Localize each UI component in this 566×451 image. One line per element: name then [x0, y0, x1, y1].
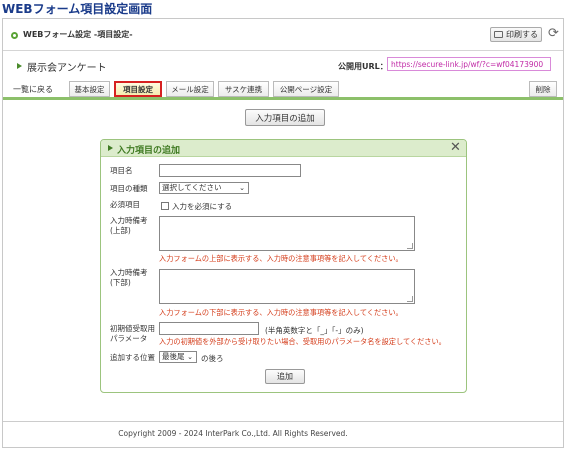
triangle-right-icon: [108, 145, 113, 151]
print-button[interactable]: 印刷する: [490, 27, 542, 42]
note-bottom-label: 入力時備考: [110, 268, 148, 277]
tab-basic-settings[interactable]: 基本設定: [69, 81, 110, 97]
close-icon[interactable]: ✕: [450, 140, 461, 156]
survey-row: 展示会アンケート 公開用URL： https://secure-link.jp/…: [3, 55, 563, 77]
app-frame: WEBフォーム設定 -項目設定- 印刷する ⟳ 展示会アンケート 公開用URL：…: [2, 18, 564, 448]
tab-underline: [3, 97, 563, 100]
position-select-value: 最後尾: [162, 352, 185, 361]
tab-mail-settings[interactable]: メール設定: [166, 81, 214, 97]
resize-grip-icon: [407, 296, 413, 302]
chevron-down-icon: ⌄: [239, 184, 245, 192]
public-url-label: 公開用URL：: [338, 62, 388, 71]
item-type-select-value: 選択してください: [162, 183, 222, 192]
required-checkbox[interactable]: [161, 202, 169, 210]
tab-public-page-settings[interactable]: 公開ページ設定: [273, 81, 339, 97]
survey-name: 展示会アンケート: [27, 63, 107, 74]
add-item-panel: 入力項目の追加 ✕ 項目名 項目の種類 選択してください ⌄ 必須項目 入力を必…: [100, 139, 467, 393]
param-input[interactable]: [159, 322, 259, 335]
panel-header: 入力項目の追加 ✕: [101, 140, 466, 157]
item-name-input[interactable]: [159, 164, 301, 177]
item-type-label: 項目の種類: [110, 184, 148, 193]
param-label: 初期値受取用: [110, 324, 155, 333]
public-url-field[interactable]: https://secure-link.jp/wf/?c=wf04173900: [387, 57, 551, 71]
circle-bullet-icon: [11, 32, 18, 39]
param-suffix: (半角英数字と「_」「-」のみ): [265, 326, 364, 335]
note-bottom-hint: 入力フォームの下部に表示する、入力時の注意事項等を記入してください。: [159, 308, 403, 317]
resize-grip-icon: [407, 243, 413, 249]
refresh-icon[interactable]: ⟳: [548, 27, 559, 41]
tab-sasuke-integration[interactable]: サスケ連携: [218, 81, 269, 97]
note-bottom-textarea[interactable]: [159, 269, 415, 304]
item-type-select[interactable]: 選択してください ⌄: [159, 182, 249, 194]
print-button-label: 印刷する: [506, 30, 538, 39]
tab-item-settings[interactable]: 項目設定: [114, 81, 162, 97]
triangle-right-icon: [17, 63, 22, 69]
required-label: 必須項目: [110, 200, 140, 209]
note-bottom-sublabel: (下部): [110, 278, 131, 287]
param-hint: 入力の初期値を外部から受け取りたい場合、受取用のパラメータ名を設定してください。: [159, 337, 446, 346]
page-title: WEBフォーム設定 -項目設定-: [23, 30, 133, 39]
tab-bar: 一覧に戻る 基本設定 項目設定 メール設定 サスケ連携 公開ページ設定 削除: [3, 79, 563, 97]
printer-icon: [494, 31, 503, 38]
add-input-item-button[interactable]: 入力項目の追加: [245, 109, 325, 126]
note-top-hint: 入力フォームの上部に表示する、入力時の注意事項等を記入してください。: [159, 254, 403, 263]
copyright: Copyright 2009 - 2024 InterPark Co.,Ltd.…: [118, 429, 348, 438]
position-select[interactable]: 最後尾 ⌄: [159, 351, 197, 363]
note-top-label: 入力時備考: [110, 216, 148, 225]
add-button[interactable]: 追加: [265, 369, 305, 384]
page-caption: WEBフォーム項目設定画面: [2, 2, 153, 16]
footer-divider: [3, 421, 563, 422]
position-label: 追加する位置: [110, 353, 155, 362]
note-top-sublabel: (上部): [110, 226, 131, 235]
note-top-textarea[interactable]: [159, 216, 415, 251]
delete-button[interactable]: 削除: [529, 81, 557, 97]
param-sublabel: パラメータ: [110, 334, 148, 343]
panel-title: 入力項目の追加: [117, 146, 181, 156]
position-suffix: の後ろ: [201, 354, 224, 363]
item-name-label: 項目名: [110, 166, 133, 175]
back-to-list-link[interactable]: 一覧に戻る: [13, 84, 53, 95]
required-checkbox-label: 入力を必須にする: [172, 202, 233, 211]
chevron-down-icon: ⌄: [187, 353, 193, 361]
header-bar: WEBフォーム設定 -項目設定- 印刷する ⟳: [3, 19, 563, 51]
